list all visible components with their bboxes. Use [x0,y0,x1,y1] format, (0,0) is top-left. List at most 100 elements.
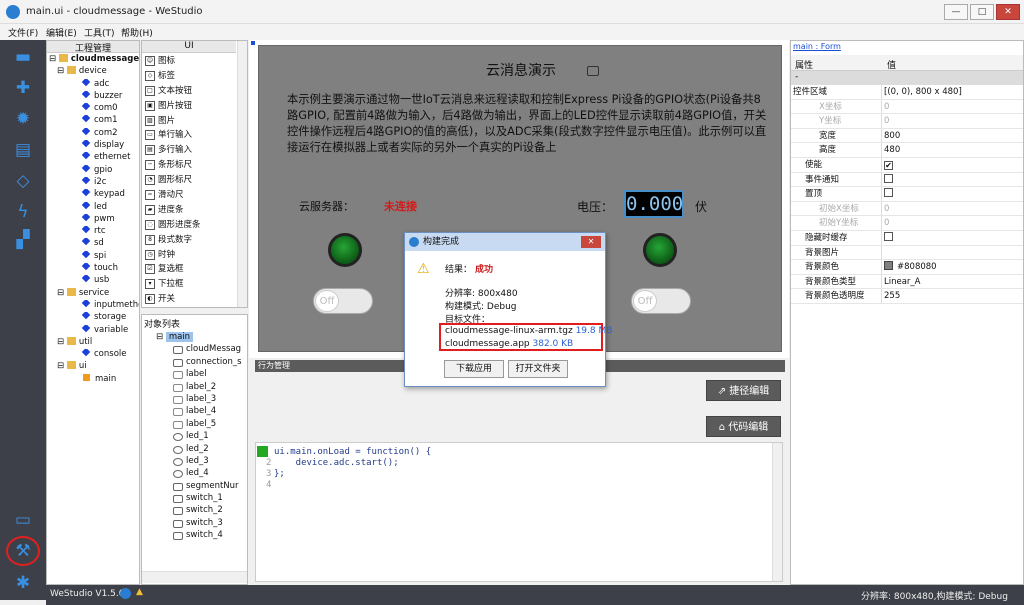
control-item[interactable]: ▭ 单行输入 [142,128,236,143]
property-row[interactable]: 背景颜色 #808080 [791,260,1023,275]
code-scrollbar[interactable] [772,443,782,581]
object-item[interactable]: label_2 [144,382,247,394]
tree-folder-ui[interactable]: ⊟ ui [49,361,139,373]
object-item[interactable]: label_5 [144,419,247,431]
menu-edit[interactable]: 编辑(E) [46,26,77,39]
property-value[interactable] [884,173,893,187]
minimize-button[interactable]: — [944,4,968,20]
property-value[interactable]: 0 [884,114,889,128]
property-row[interactable]: 背景颜色类型 Linear_A [791,274,1023,290]
tree-item[interactable]: com1 [49,115,139,127]
object-item[interactable]: label_4 [144,406,247,418]
gear-icon[interactable]: ✹ [13,109,33,129]
object-item[interactable]: segmentNur [144,481,247,493]
controls-scrollbar[interactable] [237,41,247,307]
tree-item[interactable]: display [49,140,139,152]
property-row[interactable]: X坐标 0 [791,99,1023,115]
tree-item[interactable]: inputmetho [49,299,139,312]
form-link[interactable]: main : Form [793,42,841,51]
tree-item[interactable]: buzzer [49,90,139,103]
gem-icon[interactable]: ◇ [13,171,33,191]
tree-item[interactable]: com2 [49,127,139,140]
switch-1[interactable]: Off [313,288,373,314]
tree-item-main[interactable]: main [49,373,139,386]
object-item[interactable]: led_2 [144,444,247,456]
tree-item[interactable]: i2c [49,176,139,189]
tree-item[interactable]: com0 [49,103,139,115]
property-row[interactable]: 宽度 800 [791,128,1023,144]
bug-icon[interactable]: ✱ [13,573,33,593]
object-root[interactable]: ⊟ main [144,332,247,344]
control-item[interactable]: ◌ 圆形进度条 [142,218,236,233]
object-item[interactable]: connection_s [144,357,247,369]
menu-tools[interactable]: 工具(T) [84,26,115,39]
object-item[interactable]: led_4 [144,468,247,480]
tree-item[interactable]: variable [49,324,139,337]
maximize-button[interactable]: □ [970,4,994,20]
quick-edit-button[interactable]: ⇗ 捷径编辑 [706,380,781,401]
monitor-icon[interactable]: ▭ [13,510,33,530]
menu-file[interactable]: 文件(F) [8,26,38,39]
object-item[interactable]: label [144,369,247,381]
control-item[interactable]: ▰ 进度条 [142,203,236,218]
control-item[interactable]: ☺ 图标 [142,54,236,69]
checkbox[interactable] [884,188,893,198]
property-row[interactable]: 使能 ✔ [791,158,1023,173]
tree-item[interactable]: pwm [49,213,139,226]
control-item[interactable]: □ 文本按钮 [142,84,236,99]
object-item[interactable]: switch_4 [144,530,247,542]
tree-item[interactable]: led [49,201,139,214]
tree-folder-device[interactable]: ⊟ device [49,66,139,78]
checkbox[interactable] [884,232,893,241]
object-item[interactable]: switch_3 [144,518,247,530]
property-row[interactable]: Y坐标 0 [791,114,1023,129]
property-value[interactable]: 0 [884,202,889,216]
property-row[interactable]: 高度 480 [791,143,1023,158]
plus-icon[interactable]: ✚ [13,78,33,98]
code-edit-button[interactable]: ⌂ 代码编辑 [706,416,781,437]
property-row[interactable]: 控件区域 [(0, 0), 800 x 480] [791,85,1023,100]
object-item[interactable]: led_3 [144,456,247,468]
folder-icon[interactable]: ▬ [13,47,33,67]
target-file-2[interactable]: cloudmessage.app 382.0 KB [445,339,573,349]
tree-item[interactable]: rtc [49,226,139,238]
object-item[interactable]: led_1 [144,431,247,443]
tree-item[interactable]: keypad [49,189,139,201]
control-item[interactable]: ▣ 图片按钮 [142,99,236,114]
checkbox[interactable] [884,173,893,183]
tree-item[interactable]: sd [49,238,139,250]
tree-folder-service[interactable]: ⊟ service [49,287,139,300]
property-value[interactable]: 255 [884,289,900,303]
property-value[interactable]: ✔ [884,158,893,172]
objects-hscrollbar[interactable] [142,571,247,583]
switch-4[interactable]: Off [631,288,691,314]
property-value[interactable]: 0 [884,216,889,230]
control-item[interactable]: 8 段式数字 [142,233,236,248]
download-app-button[interactable]: 下载应用 [444,360,504,378]
tree-folder-util[interactable]: ⊟ util [49,336,139,349]
property-row[interactable]: 置顶 [791,187,1023,202]
control-item[interactable]: ☑ 复选框 [142,262,236,277]
property-row[interactable]: 背景图片 [791,245,1023,261]
control-item[interactable]: ◷ 时钟 [142,248,236,263]
tree-item[interactable]: usb [49,275,139,287]
tree-item[interactable]: adc [49,78,139,91]
target-file-1[interactable]: cloudmessage-linux-arm.tgz 19.8 MB [445,326,612,336]
property-row[interactable]: 隐藏时缓存 [791,231,1023,246]
property-group[interactable]: - [791,71,1023,85]
control-item[interactable]: ▾ 下拉框 [142,277,236,292]
tree-item[interactable]: touch [49,263,139,275]
property-value[interactable] [884,231,893,245]
control-item[interactable]: ◔ 圆形标尺 [142,173,236,188]
property-row[interactable]: 初始Y坐标 0 [791,216,1023,231]
object-item[interactable]: cloudMessag [144,344,247,356]
checkbox[interactable]: ✔ [884,161,893,170]
close-button[interactable]: ✕ [996,4,1020,20]
menu-help[interactable]: 帮助(H) [121,26,153,39]
tree-item[interactable]: ethernet [49,152,139,164]
control-item[interactable]: ╍ 滑动尺 [142,188,236,203]
property-value[interactable]: [(0, 0), 800 x 480] [884,85,962,99]
open-folder-button[interactable]: 打开文件夹 [508,360,568,378]
document-icon[interactable]: ▤ [13,140,33,160]
wrench-icon[interactable]: ⚒ [13,541,33,561]
